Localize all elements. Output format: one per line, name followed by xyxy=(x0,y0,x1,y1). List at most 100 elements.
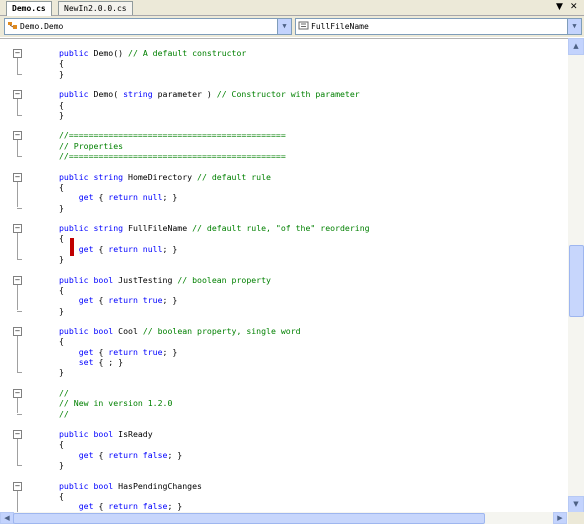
horizontal-scrollbar[interactable]: ◀ ▶ xyxy=(0,512,568,524)
collapse-icon[interactable]: − xyxy=(13,49,22,58)
chevron-down-icon[interactable]: ▼ xyxy=(277,19,291,34)
scroll-down-button[interactable]: ▼ xyxy=(568,496,584,513)
code-line: // xyxy=(59,388,69,398)
collapse-icon[interactable]: − xyxy=(13,131,22,141)
code-keyword: public bool xyxy=(59,326,119,337)
code-text: ; } xyxy=(162,295,178,306)
code-comment: // default rule, "of the" reordering xyxy=(192,223,370,234)
collapse-icon[interactable]: − xyxy=(13,430,22,440)
code-text: JustTesting xyxy=(118,274,178,285)
code-keyword: public bool xyxy=(59,274,119,285)
outline-end xyxy=(17,465,22,466)
code-line: } xyxy=(59,460,64,470)
vertical-scroll-thumb[interactable] xyxy=(569,245,584,317)
code-text: { xyxy=(59,233,64,244)
code-text: FullFileName xyxy=(128,223,193,234)
code-text: { xyxy=(98,346,109,357)
code-keyword: return true xyxy=(108,295,163,306)
code-text: { xyxy=(59,439,64,450)
scroll-right-button[interactable]: ▶ xyxy=(553,512,567,524)
code-line: { xyxy=(59,336,64,346)
code-line: get { return false; } xyxy=(59,501,183,512)
code-comment: // default rule xyxy=(197,171,271,182)
outline-guide xyxy=(17,181,18,208)
code-keyword: return false xyxy=(108,449,168,460)
code-text: } xyxy=(59,460,64,470)
code-keyword: public xyxy=(59,89,94,100)
collapse-icon[interactable]: − xyxy=(13,224,22,234)
code-line: get { return null; } xyxy=(59,192,178,203)
code-keyword: public string xyxy=(59,171,129,182)
code-line: { xyxy=(59,100,64,110)
code-text: { xyxy=(59,336,64,347)
code-text: { xyxy=(98,192,109,203)
code-line: { xyxy=(59,439,64,449)
chevron-down-icon[interactable]: ▼ xyxy=(567,19,581,34)
outline-guide xyxy=(17,58,18,74)
code-line: public bool Cool // boolean property, si… xyxy=(59,326,301,336)
code-keyword: set xyxy=(78,357,99,367)
code-keyword: get xyxy=(78,192,99,203)
code-keyword: return null xyxy=(108,243,163,254)
outline-end xyxy=(17,413,22,415)
horizontal-scroll-thumb[interactable] xyxy=(13,513,485,524)
code-line: } xyxy=(59,306,64,316)
property-icon xyxy=(298,20,309,30)
type-combo-value: Demo.Demo xyxy=(20,22,64,31)
outline-guide xyxy=(17,336,18,373)
code-text: } xyxy=(59,68,64,79)
outline-guide xyxy=(17,284,18,311)
code-text: } xyxy=(59,367,64,378)
scroll-left-button[interactable]: ◀ xyxy=(0,512,14,524)
collapse-icon[interactable]: − xyxy=(13,481,22,491)
code-text: { xyxy=(59,284,64,295)
tab-list-dropdown-icon[interactable]: ▼ xyxy=(556,1,563,14)
code-text: ; } xyxy=(162,192,178,203)
code-text: { xyxy=(59,99,64,110)
size-grip xyxy=(568,512,584,524)
outline-end xyxy=(17,207,22,209)
code-text: { xyxy=(98,295,109,306)
code-line: get { return null; } xyxy=(59,243,178,254)
tab-demo-cs[interactable]: Demo.cs xyxy=(6,1,52,16)
member-combo[interactable]: FullFileName ▼ xyxy=(295,18,582,35)
member-combo-value: FullFileName xyxy=(311,22,369,31)
code-keyword: get xyxy=(78,346,99,357)
code-line: // xyxy=(59,409,69,419)
code-keyword: get xyxy=(78,295,99,306)
outline-guide xyxy=(17,140,18,156)
code-comment: // A default constructor xyxy=(128,48,247,58)
code-editor[interactable]: public Demo() // A default constructor {}… xyxy=(0,38,568,513)
code-line: //======================================… xyxy=(59,151,286,161)
code-text: Cool xyxy=(118,326,143,337)
collapse-icon[interactable]: − xyxy=(13,327,22,337)
tab-newin2-cs[interactable]: NewIn2.0.0.cs xyxy=(58,1,133,15)
collapse-icon[interactable]: − xyxy=(13,275,22,285)
collapse-icon[interactable]: − xyxy=(13,90,22,100)
code-text: ; } xyxy=(162,346,178,357)
code-text: { xyxy=(98,501,109,512)
scroll-up-button[interactable]: ▲ xyxy=(568,38,584,55)
collapse-icon[interactable]: − xyxy=(13,388,22,398)
code-keyword: public xyxy=(59,48,94,58)
document-tab-bar: Demo.cs NewIn2.0.0.cs ▼ ✕ xyxy=(0,0,584,16)
code-text: } xyxy=(59,202,64,213)
code-line: public Demo( string parameter ) // Const… xyxy=(59,89,360,99)
close-document-icon[interactable]: ✕ xyxy=(570,1,578,14)
code-line: set { ; } xyxy=(59,357,123,367)
collapse-icon[interactable]: − xyxy=(13,172,22,182)
code-line: public Demo() // A default constructor xyxy=(59,48,246,58)
outline-guide xyxy=(17,99,18,115)
outline-end xyxy=(17,114,22,116)
vertical-scrollbar[interactable]: ▲ ▼ xyxy=(568,38,584,513)
code-comment: // boolean property xyxy=(177,274,271,285)
code-line: //======================================… xyxy=(59,130,286,140)
type-combo[interactable]: Demo.Demo ▼ xyxy=(4,18,292,35)
code-keyword: return true xyxy=(108,346,163,357)
code-line: } xyxy=(59,254,64,264)
code-text: ; } xyxy=(167,449,183,460)
